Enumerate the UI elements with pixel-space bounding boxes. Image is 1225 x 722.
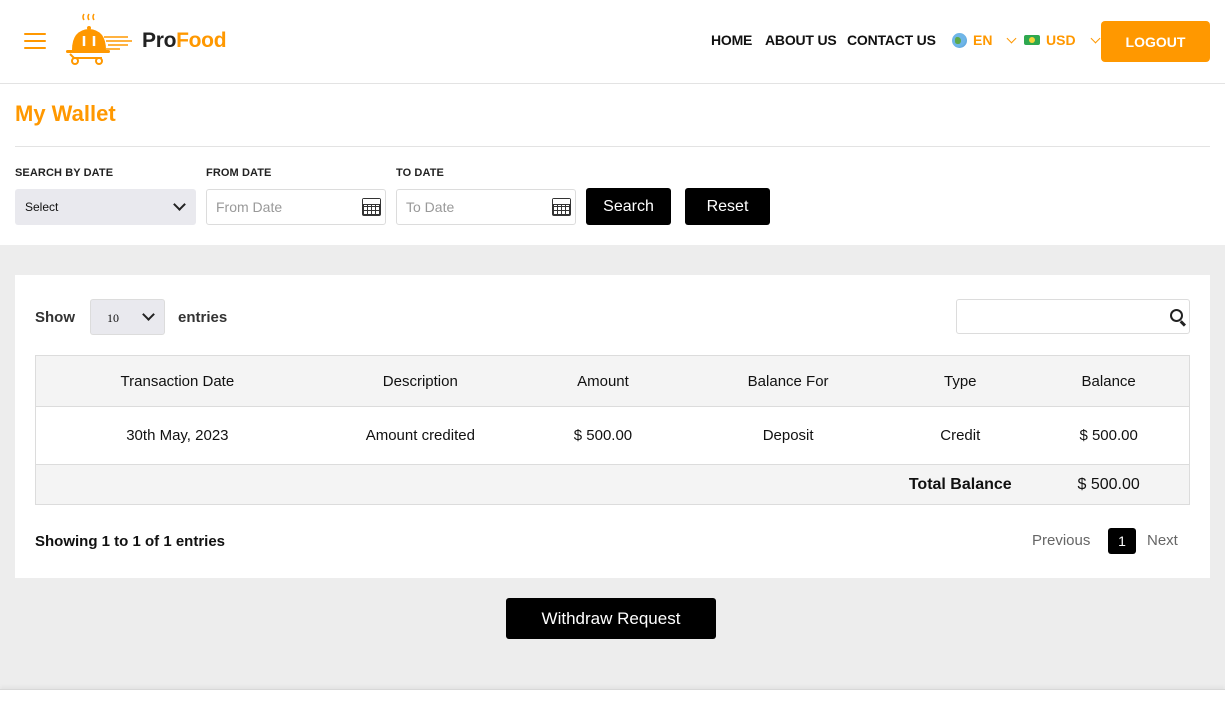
search-by-date-select[interactable]: Select	[15, 189, 196, 225]
table-search-input[interactable]	[957, 300, 1152, 333]
to-date-label: TO DATE	[396, 167, 444, 179]
to-date-field[interactable]	[396, 189, 576, 225]
chevron-down-icon	[142, 308, 155, 321]
chevron-down-icon	[1007, 33, 1017, 43]
withdraw-request-button[interactable]: Withdraw Request	[506, 598, 716, 639]
column-header-description[interactable]: Description	[318, 355, 522, 407]
search-button[interactable]: Search	[586, 188, 671, 225]
nav-contact-us[interactable]: CONTACT US	[847, 32, 936, 48]
transactions-table: Transaction Date Description Amount Bala…	[35, 355, 1190, 505]
table-search-field[interactable]	[956, 299, 1190, 334]
site-header: ProFood HOME ABOUT US CONTACT US EN USD …	[0, 0, 1225, 84]
cell-amount: $ 500.00	[521, 406, 685, 465]
search-by-date-label: SEARCH BY DATE	[15, 167, 114, 179]
from-date-label: FROM DATE	[206, 167, 272, 179]
search-icon[interactable]	[1170, 309, 1183, 322]
currency-selector[interactable]: USD	[1024, 32, 1101, 48]
chevron-down-icon	[1090, 33, 1101, 43]
cell-type: Credit	[892, 406, 1029, 465]
table-header-row: Transaction Date Description Amount Bala…	[35, 355, 1190, 407]
from-date-field[interactable]	[206, 189, 386, 225]
previous-page-button[interactable]: Previous	[1032, 532, 1090, 549]
cell-description: Amount credited	[318, 406, 522, 465]
chevron-down-icon	[173, 198, 186, 211]
column-header-transaction-date[interactable]: Transaction Date	[35, 355, 319, 407]
footer	[0, 689, 1225, 722]
calendar-icon[interactable]	[552, 198, 571, 216]
page-size-select[interactable]: 10	[90, 299, 165, 335]
column-header-balance[interactable]: Balance	[1028, 355, 1190, 407]
menu-icon[interactable]	[24, 33, 46, 51]
total-row: Total Balance $ 500.00	[35, 464, 1190, 505]
to-date-input[interactable]	[397, 190, 537, 224]
logo[interactable]: ProFood	[62, 12, 242, 68]
page-1-button[interactable]: 1	[1108, 528, 1136, 554]
calendar-icon[interactable]	[362, 198, 381, 216]
reset-button[interactable]: Reset	[685, 188, 770, 225]
column-header-type[interactable]: Type	[892, 355, 1029, 407]
show-label: Show	[35, 309, 75, 326]
column-header-balance-for[interactable]: Balance For	[684, 355, 893, 407]
cell-balance: $ 500.00	[1028, 406, 1190, 465]
logout-button[interactable]: LOGOUT	[1101, 21, 1210, 62]
table-row: 30th May, 2023 Amount credited $ 500.00 …	[35, 406, 1190, 465]
total-balance-value: $ 500.00	[1028, 464, 1190, 505]
cash-icon	[1024, 35, 1040, 45]
globe-icon	[952, 32, 967, 48]
language-selector[interactable]: EN	[952, 32, 1017, 48]
cell-balance-for: Deposit	[684, 406, 893, 465]
from-date-input[interactable]	[207, 190, 347, 224]
entries-label: entries	[178, 309, 228, 326]
brand-name: ProFood	[142, 29, 227, 52]
divider	[15, 146, 1210, 147]
next-page-button[interactable]: Next	[1147, 532, 1178, 549]
total-balance-label: Total Balance	[892, 464, 1029, 505]
cell-transaction-date: 30th May, 2023	[35, 406, 319, 465]
page-title: My Wallet	[15, 101, 116, 126]
food-cart-logo-icon	[66, 13, 132, 65]
nav-home[interactable]: HOME	[711, 32, 752, 48]
column-header-amount[interactable]: Amount	[521, 355, 685, 407]
pagination-info: Showing 1 to 1 of 1 entries	[35, 533, 226, 550]
nav-about-us[interactable]: ABOUT US	[765, 32, 837, 48]
